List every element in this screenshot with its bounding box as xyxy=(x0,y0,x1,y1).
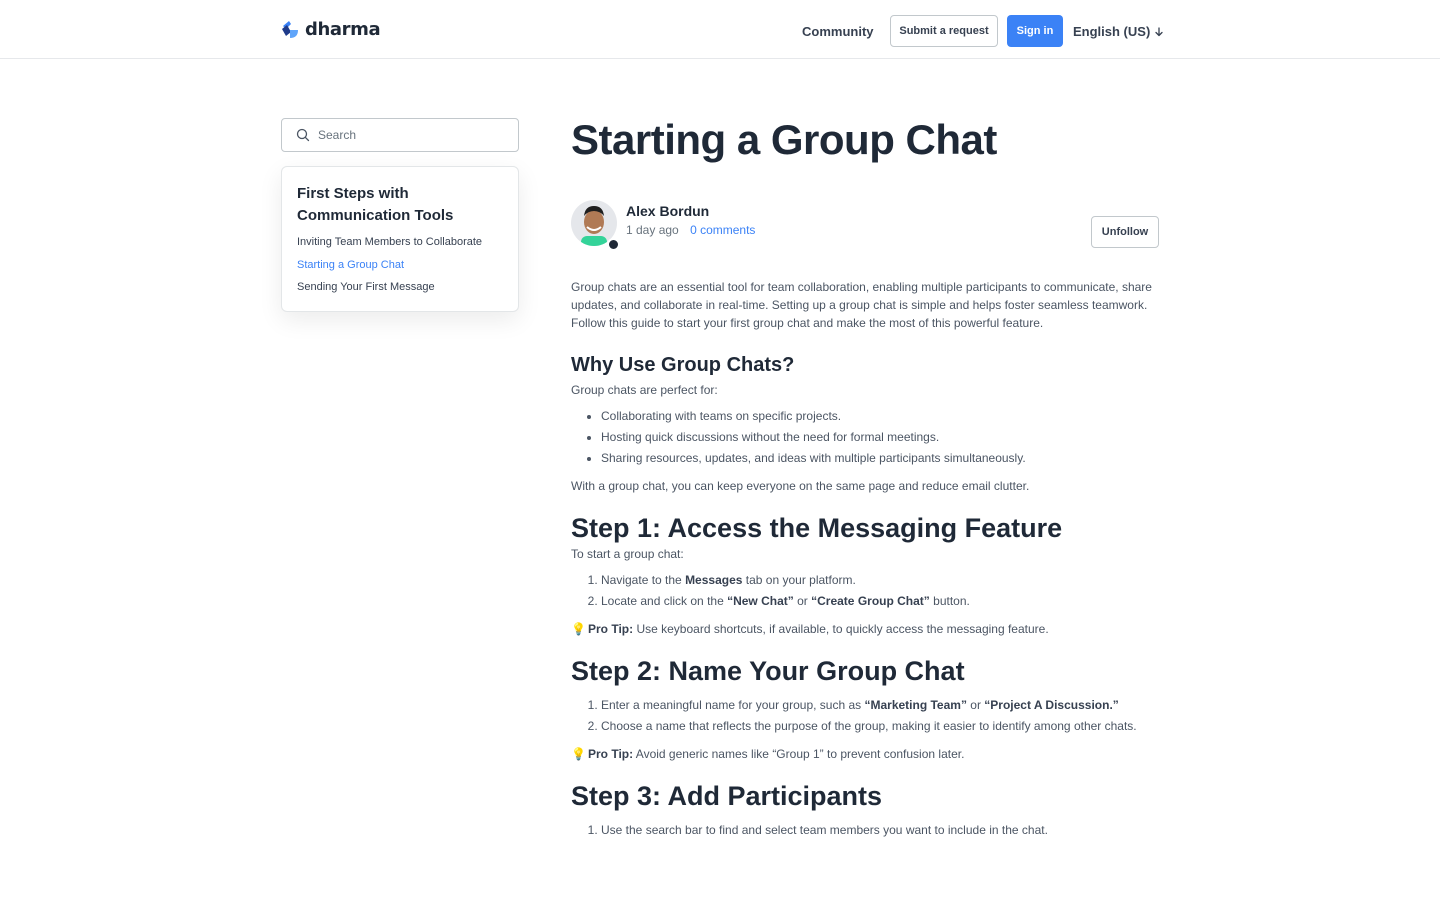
nav-community-link[interactable]: Community xyxy=(802,23,874,41)
logo-text: dharma xyxy=(305,19,381,40)
list-item: Locate and click on the “New Chat” or “C… xyxy=(601,592,1161,610)
why-list: Collaborating with teams on specific pro… xyxy=(571,407,1161,467)
section-title: First Steps with Communication Tools xyxy=(297,185,454,224)
list-item: Navigate to the Messages tab on your pla… xyxy=(601,571,1161,589)
sign-in-button[interactable]: Sign in xyxy=(1007,15,1063,47)
heading-step-2: Step 2: Name Your Group Chat xyxy=(571,656,965,686)
section-link-inviting[interactable]: Inviting Team Members to Collaborate xyxy=(297,235,503,250)
logo-mark-icon xyxy=(282,21,298,38)
text: Avoid generic names like “Group 1” to pr… xyxy=(633,747,965,761)
article-intro: Group chats are an essential tool for te… xyxy=(571,280,1152,330)
list-item: Sharing resources, updates, and ideas wi… xyxy=(601,449,1161,467)
pro-tip-step-2: 💡 Pro Tip: Avoid generic names like “Grou… xyxy=(571,745,1161,763)
step-3-list: Use the search bar to find and select te… xyxy=(571,821,1161,839)
heading-step-3: Step 3: Add Participants xyxy=(571,781,883,811)
emphasis: “Project A Discussion.” xyxy=(984,698,1119,712)
article-meta: 1 day ago 0 comments xyxy=(626,222,755,238)
heading-why: Why Use Group Chats? xyxy=(571,354,795,376)
lightbulb-icon: 💡 xyxy=(571,622,586,636)
list-item: Hosting quick discussions without the ne… xyxy=(601,428,1161,446)
heading-step-1: Step 1: Access the Messaging Feature xyxy=(571,513,1063,543)
text: Locate and click on the xyxy=(601,594,728,608)
search-icon xyxy=(296,128,310,142)
emphasis: “New Chat” xyxy=(727,594,794,608)
section-link-group-chat[interactable]: Starting a Group Chat xyxy=(297,258,503,273)
search-input[interactable] xyxy=(318,125,508,145)
text: or xyxy=(966,698,985,712)
article-author-block: Alex Bordun 1 day ago 0 comments Unfollo… xyxy=(571,200,1159,252)
step-2-list: Enter a meaningful name for your group, … xyxy=(571,696,1161,735)
paragraph-why-outro: With a group chat, you can keep everyone… xyxy=(571,479,1030,493)
list-item: Choose a name that reflects the purpose … xyxy=(601,717,1161,735)
emphasis: “Marketing Team” xyxy=(864,698,967,712)
user-badge-icon xyxy=(607,238,620,251)
emphasis: “Create Group Chat” xyxy=(811,594,930,608)
pro-tip-label: Pro Tip: xyxy=(588,747,634,761)
list-item: Collaborating with teams on specific pro… xyxy=(601,407,1161,425)
text: tab on your platform. xyxy=(742,573,856,587)
paragraph-step-1-lead: To start a group chat: xyxy=(571,547,684,561)
search-box[interactable] xyxy=(281,118,519,152)
paragraph-why-lead: Group chats are perfect for: xyxy=(571,383,718,397)
lightbulb-icon: 💡 xyxy=(571,747,586,761)
section-link-first-message[interactable]: Sending Your First Message xyxy=(297,280,503,295)
article-timestamp: 1 day ago xyxy=(626,223,679,237)
comments-link[interactable]: 0 comments xyxy=(690,223,755,237)
language-label: English (US) xyxy=(1073,24,1151,39)
emphasis: Messages xyxy=(685,573,743,587)
text: Navigate to the xyxy=(601,573,686,587)
step-1-list: Navigate to the Messages tab on your pla… xyxy=(571,571,1161,610)
list-item: Use the search bar to find and select te… xyxy=(601,821,1161,839)
article-body: Group chats are an essential tool for te… xyxy=(571,278,1161,849)
site-header: dharma Community Submit a request Sign i… xyxy=(0,0,1440,59)
pro-tip-label: Pro Tip: xyxy=(588,622,634,636)
section-navigation: First Steps with Communication Tools Inv… xyxy=(281,166,519,312)
brand-logo[interactable]: dharma xyxy=(281,19,381,40)
article-title: Starting a Group Chat xyxy=(571,116,997,163)
text: Use keyboard shortcuts, if available, to… xyxy=(633,622,1049,636)
text: Enter a meaningful name for your group, … xyxy=(601,698,865,712)
text: button. xyxy=(929,594,970,608)
language-selector[interactable]: English (US) xyxy=(1073,23,1164,41)
pro-tip-step-1: 💡 Pro Tip: Use keyboard shortcuts, if ava… xyxy=(571,620,1161,638)
text: or xyxy=(793,594,812,608)
submit-request-button[interactable]: Submit a request xyxy=(890,15,998,47)
list-item: Enter a meaningful name for your group, … xyxy=(601,696,1161,714)
unfollow-button[interactable]: Unfollow xyxy=(1091,216,1159,248)
author-name[interactable]: Alex Bordun xyxy=(626,202,709,220)
arrow-down-icon xyxy=(1155,27,1163,37)
